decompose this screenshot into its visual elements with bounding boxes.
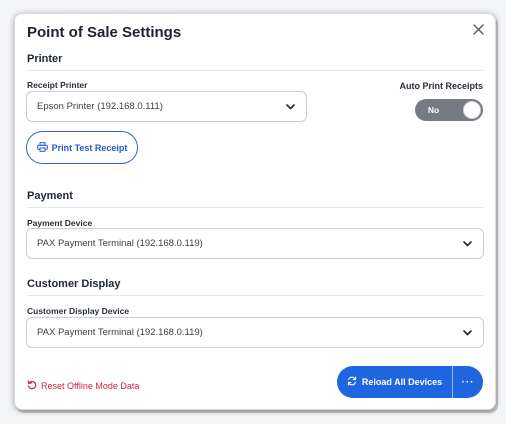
chevron-down-icon (463, 328, 473, 338)
divider (27, 207, 483, 208)
payment-section-title: Payment (27, 190, 73, 202)
divider (27, 70, 483, 71)
customer-display-section-title: Customer Display (27, 278, 121, 290)
reload-all-devices-label: Reload All Devices (361, 377, 443, 387)
reload-devices-button-group: Reload All Devices ··· (337, 366, 483, 398)
close-icon[interactable] (469, 20, 487, 38)
chevron-down-icon (286, 102, 296, 112)
reset-icon (27, 377, 37, 395)
print-test-receipt-button[interactable]: Print Test Receipt (26, 131, 138, 164)
refresh-icon (347, 373, 357, 391)
payment-device-label: Payment Device (27, 218, 93, 228)
payment-device-select[interactable]: PAX Payment Terminal (192.168.0.119) (26, 228, 484, 259)
reset-offline-mode-label: Reset Offline Mode Data (41, 381, 140, 391)
more-icon[interactable]: ··· (453, 366, 483, 398)
modal-title: Point of Sale Settings (27, 24, 182, 41)
auto-print-label: Auto Print Receipts (399, 81, 483, 91)
toggle-state-label: No (427, 105, 440, 115)
payment-device-value: PAX Payment Terminal (192.168.0.119) (37, 238, 203, 249)
pos-settings-modal: Point of Sale Settings Printer Receipt P… (14, 13, 496, 410)
reload-all-devices-button[interactable]: Reload All Devices (337, 366, 452, 398)
receipt-printer-label: Receipt Printer (27, 80, 88, 90)
auto-print-toggle[interactable]: No (415, 99, 483, 121)
customer-display-device-label: Customer Display Device (27, 306, 130, 316)
chevron-down-icon (463, 239, 473, 249)
divider (27, 295, 483, 296)
customer-display-device-select[interactable]: PAX Payment Terminal (192.168.0.119) (26, 317, 484, 348)
reset-offline-mode-button[interactable]: Reset Offline Mode Data (27, 377, 139, 395)
customer-display-device-value: PAX Payment Terminal (192.168.0.119) (37, 327, 203, 338)
print-test-receipt-label: Print Test Receipt (51, 142, 128, 153)
printer-icon (36, 139, 48, 157)
receipt-printer-value: Epson Printer (192.168.0.111) (37, 101, 163, 112)
receipt-printer-select[interactable]: Epson Printer (192.168.0.111) (26, 91, 307, 122)
printer-section-title: Printer (27, 53, 63, 65)
toggle-knob (463, 101, 481, 119)
